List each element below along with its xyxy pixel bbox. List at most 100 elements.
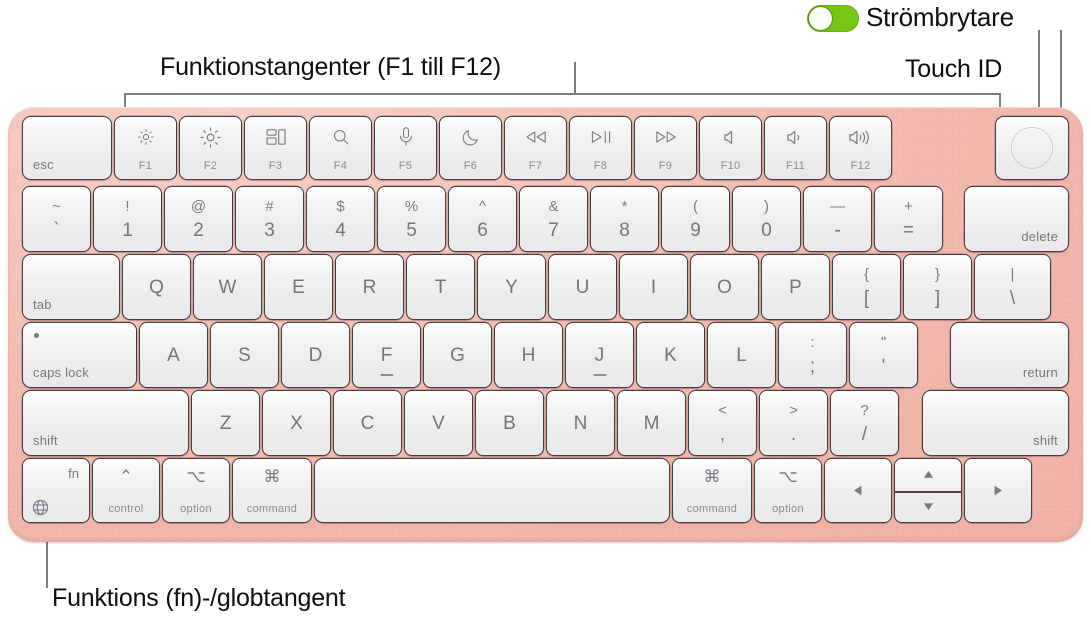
command-symbol-icon: ⌘ xyxy=(703,467,721,486)
key-esc[interactable]: esc xyxy=(23,117,111,179)
key-f1[interactable]: F1 xyxy=(115,117,176,179)
key-bracket-right[interactable]: }] xyxy=(904,255,971,319)
key-f11-label: F11 xyxy=(785,160,806,172)
key-f9[interactable]: F9 xyxy=(635,117,696,179)
arrow-down-icon xyxy=(895,491,961,523)
key-n[interactable]: N xyxy=(547,391,614,455)
key-period[interactable]: >. xyxy=(760,391,827,455)
key-arrow-left[interactable] xyxy=(825,459,891,522)
key-p[interactable]: P xyxy=(762,255,829,319)
key-t[interactable]: T xyxy=(407,255,474,319)
key-shift-right[interactable]: shift xyxy=(923,391,1068,455)
key-return[interactable]: return xyxy=(951,323,1068,387)
key-1[interactable]: ! 1 xyxy=(94,187,161,251)
do-not-disturb-moon-icon xyxy=(440,125,501,149)
key-touch-id[interactable] xyxy=(996,117,1068,179)
key-esc-label: esc xyxy=(33,157,54,172)
key-semicolon[interactable]: :; xyxy=(779,323,846,387)
key-x[interactable]: X xyxy=(263,391,330,455)
key-space[interactable] xyxy=(315,459,669,522)
key-delete[interactable]: delete xyxy=(965,187,1068,251)
key-j[interactable]: J xyxy=(566,323,633,387)
key-arrow-up-down[interactable] xyxy=(895,459,961,522)
key-slash[interactable]: ? / xyxy=(831,391,898,455)
key-e[interactable]: E xyxy=(265,255,332,319)
callout-function-keys-bracket-right xyxy=(999,93,1001,107)
volume-mute-icon xyxy=(700,125,761,149)
key-f8[interactable]: F8 xyxy=(570,117,631,179)
key-control-left[interactable]: ⌃ control xyxy=(93,459,159,522)
key-2[interactable]: @2 xyxy=(165,187,232,251)
key-command-left[interactable]: ⌘ command xyxy=(233,459,311,522)
rewind-icon xyxy=(505,125,566,149)
key-q[interactable]: Q xyxy=(123,255,190,319)
touch-id-icon xyxy=(1012,128,1052,168)
key-f[interactable]: F xyxy=(353,323,420,387)
key-f7[interactable]: F7 xyxy=(505,117,566,179)
key-f10[interactable]: F10 xyxy=(700,117,761,179)
key-f11[interactable]: F11 xyxy=(765,117,826,179)
key-o[interactable]: O xyxy=(691,255,758,319)
fast-forward-icon xyxy=(635,125,696,149)
key-s[interactable]: S xyxy=(211,323,278,387)
key-f12[interactable]: F12 xyxy=(830,117,891,179)
key-command-right[interactable]: ⌘ command xyxy=(673,459,751,522)
key-f9-label: F9 xyxy=(658,160,673,172)
key-6[interactable]: ^ 6 xyxy=(449,187,516,251)
key-shift-left[interactable]: shift xyxy=(23,391,188,455)
key-3[interactable]: #3 xyxy=(236,187,303,251)
key-bracket-left[interactable]: {[ xyxy=(833,255,900,319)
key-b[interactable]: B xyxy=(476,391,543,455)
key-command-left-label: command xyxy=(246,503,298,515)
key-u[interactable]: U xyxy=(549,255,616,319)
key-9[interactable]: (9 xyxy=(662,187,729,251)
key-c[interactable]: C xyxy=(334,391,401,455)
homing-bump-icon xyxy=(380,374,393,376)
key-m[interactable]: M xyxy=(618,391,685,455)
key-l[interactable]: L xyxy=(708,323,775,387)
caps-lock-indicator-icon xyxy=(34,333,39,338)
power-switch-toggle[interactable] xyxy=(807,5,859,32)
brightness-up-icon xyxy=(180,125,241,149)
key-f1-label: F1 xyxy=(138,160,153,172)
key-f2[interactable]: F2 xyxy=(180,117,241,179)
key-caps-lock[interactable]: caps lock xyxy=(23,323,136,387)
key-8[interactable]: * 8 xyxy=(591,187,658,251)
key-f3[interactable]: F3 xyxy=(245,117,306,179)
key-quote[interactable]: " ' xyxy=(850,323,917,387)
key-tab[interactable]: tab xyxy=(23,255,119,319)
key-=[interactable]: + = xyxy=(875,187,942,251)
key-5[interactable]: % 5 xyxy=(378,187,445,251)
keyboard-diagram: Funktionstangenter (F1 till F12) Strömbr… xyxy=(0,0,1091,622)
key-k[interactable]: K xyxy=(637,323,704,387)
key-caps-lock-label: caps lock xyxy=(33,365,89,380)
key-w[interactable]: W xyxy=(194,255,261,319)
key-f5[interactable]: F5 xyxy=(375,117,436,179)
key-backslash[interactable]: | \ xyxy=(975,255,1050,319)
key-backtick[interactable]: ~ ` xyxy=(23,187,90,251)
key-0[interactable]: ) 0 xyxy=(733,187,800,251)
key-fn-globe[interactable]: fn xyxy=(23,459,89,522)
callout-fn-globe-label: Funktions (fn)-/globtangent xyxy=(52,584,346,612)
key-h[interactable]: H xyxy=(495,323,562,387)
key-7[interactable]: & 7 xyxy=(520,187,587,251)
key-option-left[interactable]: ⌥ option xyxy=(163,459,229,522)
key-a[interactable]: A xyxy=(140,323,207,387)
key-option-right[interactable]: ⌥ option xyxy=(755,459,821,522)
arrow-up-icon xyxy=(895,459,961,491)
key-z[interactable]: Z xyxy=(192,391,259,455)
key--[interactable]: — - xyxy=(804,187,871,251)
key-i[interactable]: I xyxy=(620,255,687,319)
key-v[interactable]: V xyxy=(405,391,472,455)
key-4[interactable]: $4 xyxy=(307,187,374,251)
key-d[interactable]: D xyxy=(282,323,349,387)
key-g[interactable]: G xyxy=(424,323,491,387)
callout-touch-id-label: Touch ID xyxy=(905,55,1003,83)
key-r[interactable]: R xyxy=(336,255,403,319)
key-comma[interactable]: <, xyxy=(689,391,756,455)
key-f6[interactable]: F6 xyxy=(440,117,501,179)
key-f4[interactable]: F4 xyxy=(310,117,371,179)
key-y[interactable]: Y xyxy=(478,255,545,319)
callout-function-keys-bracket xyxy=(124,93,1001,95)
key-arrow-right[interactable] xyxy=(965,459,1031,522)
